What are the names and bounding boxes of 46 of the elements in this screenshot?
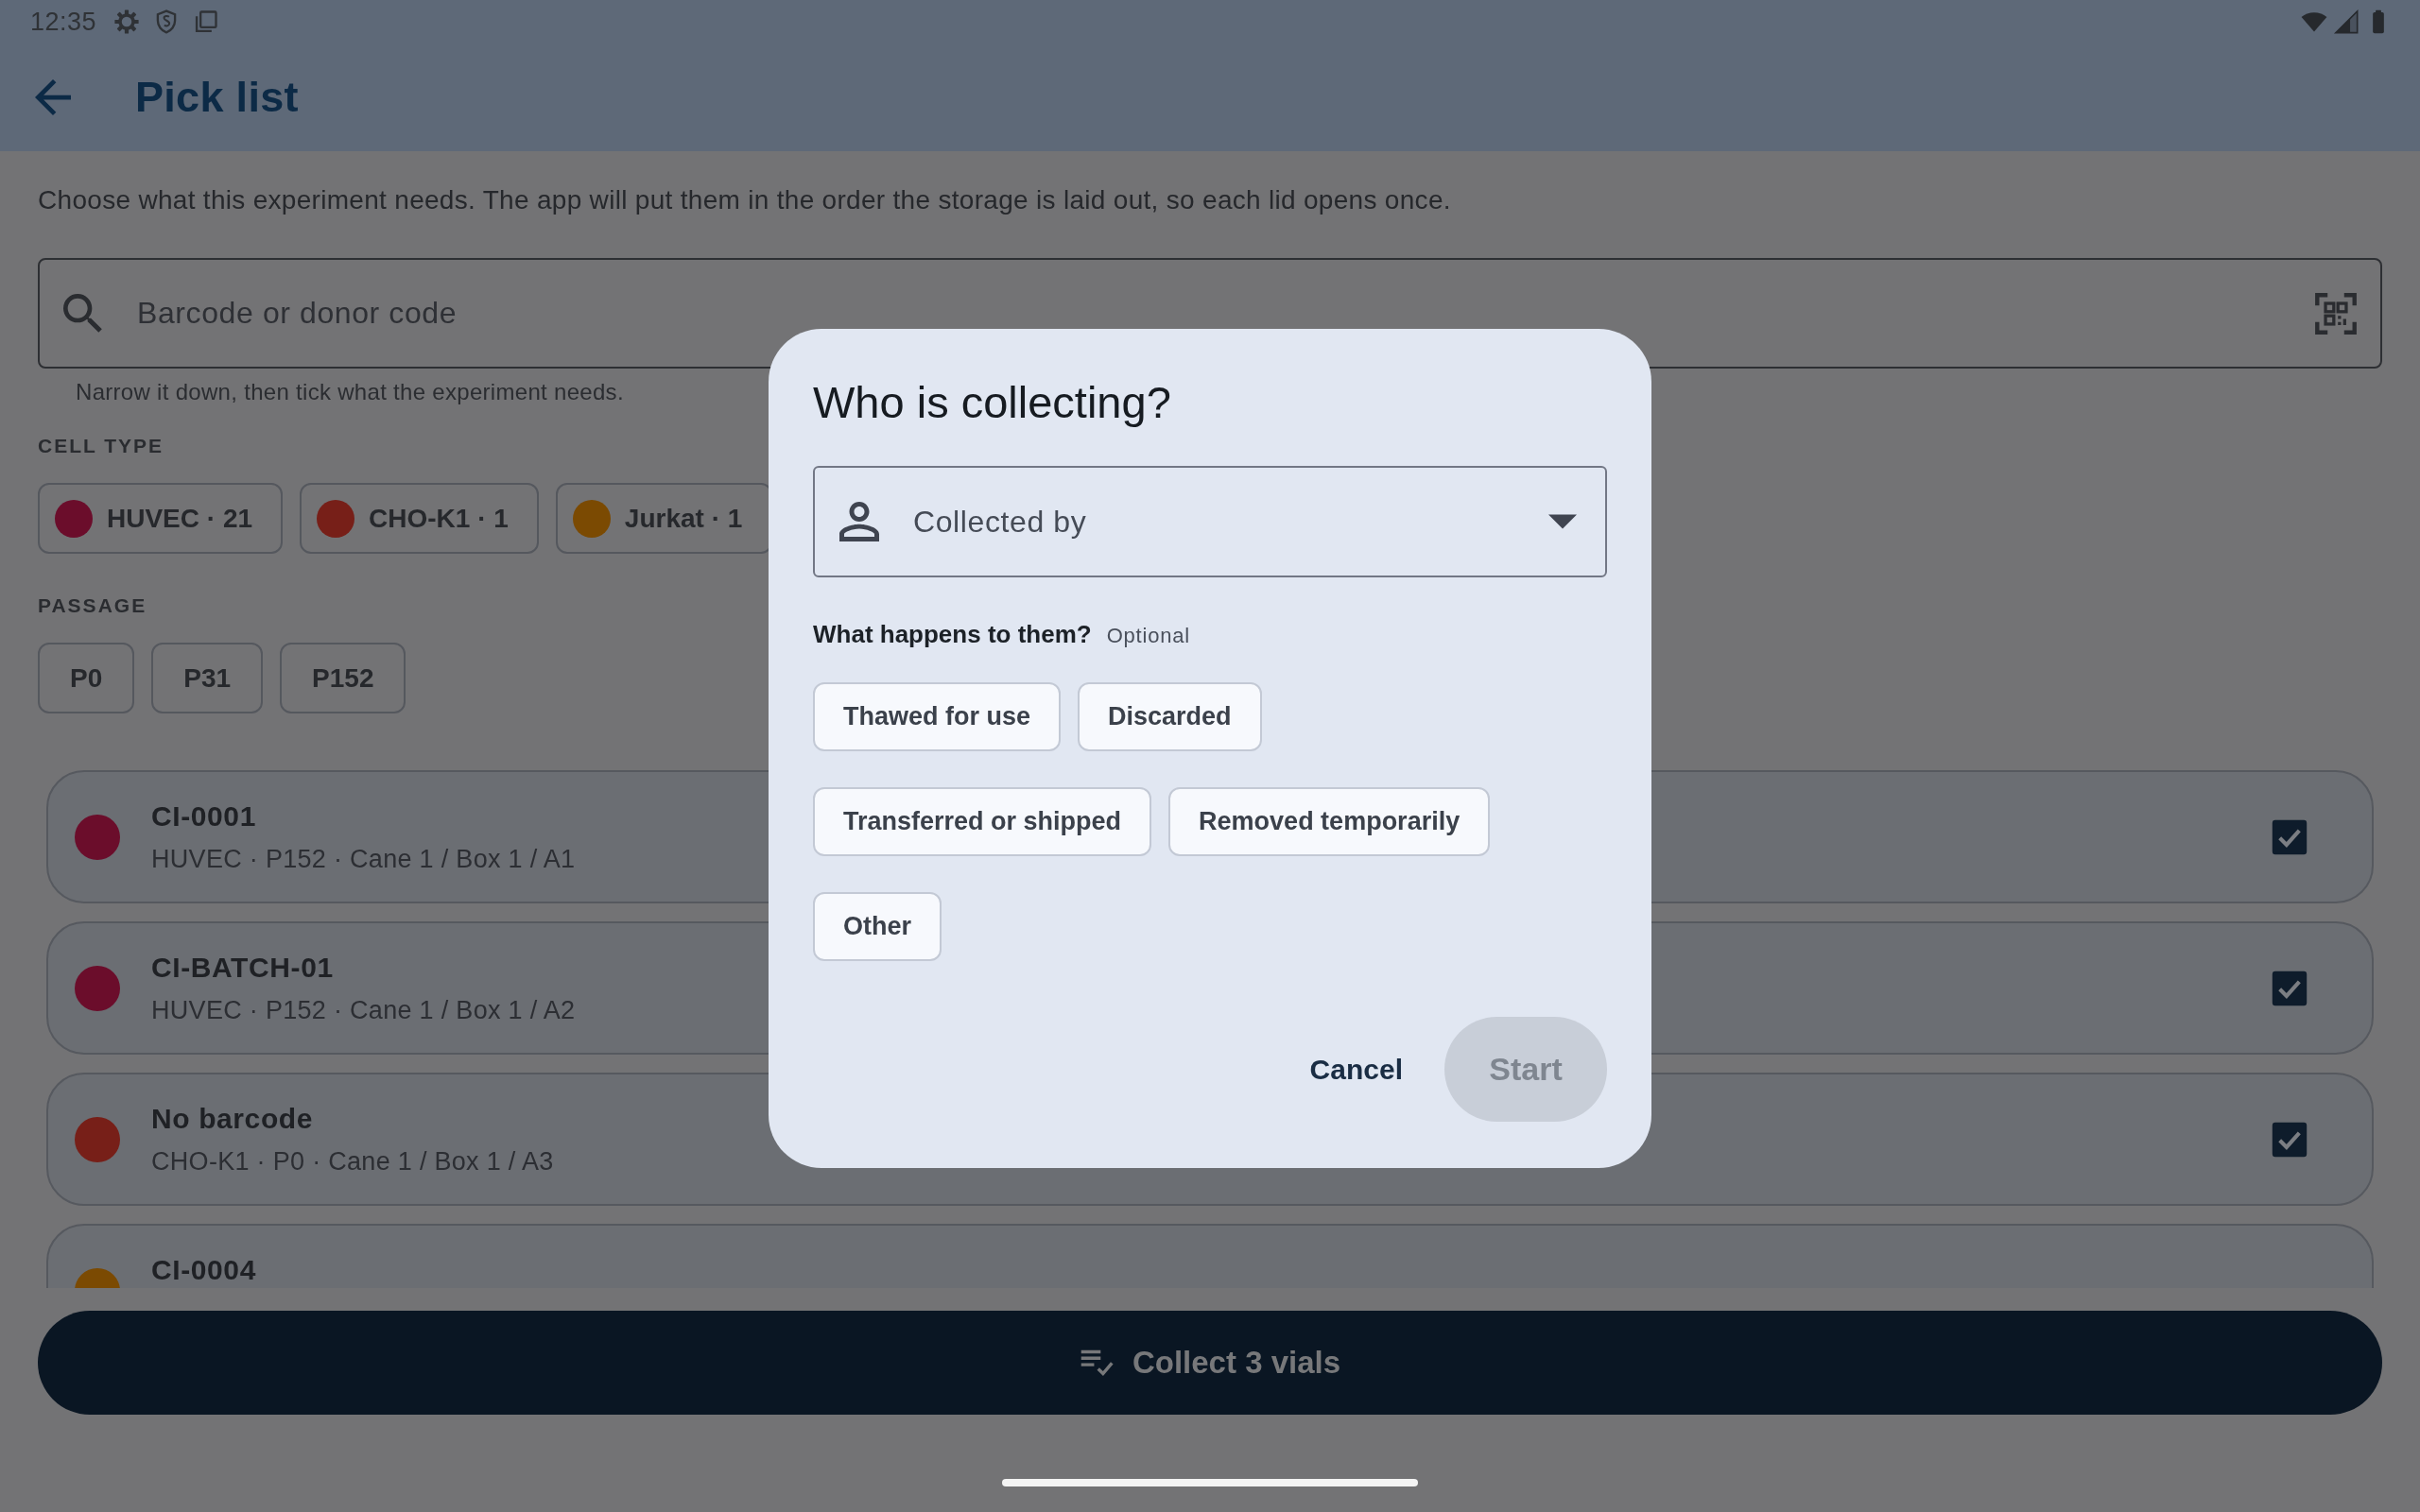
helper-text: Narrow it down, then tick what the experiment needs. [76, 378, 624, 406]
outcome-chip[interactable]: Transferred or shipped [813, 787, 1152, 856]
checkbox[interactable] [2272, 1121, 2308, 1158]
page-title: Pick list [135, 73, 299, 122]
collect-button[interactable]: Collect 3 vials [38, 1311, 2382, 1415]
filter-chip[interactable]: P0 [38, 643, 135, 713]
back-arrow-icon [35, 79, 71, 115]
optional-hint: Optional [1106, 623, 1190, 649]
checklist-icon [1079, 1349, 1114, 1377]
outcome-chip[interactable]: Removed temporarily [1168, 787, 1491, 856]
vial-title: CI-0004 [151, 1254, 256, 1286]
search-bar[interactable]: Barcode or donor code [38, 258, 2382, 369]
vial-row[interactable]: CI-0004 [46, 1224, 2374, 1288]
search-input[interactable]: Barcode or donor code [137, 296, 2314, 331]
qr-code-icon[interactable] [2314, 291, 2358, 335]
overlapping-squares-icon [193, 9, 220, 35]
vial-detail: HUVEC · P152 · Cane 1 / Box 1 / A2 [151, 995, 576, 1026]
vial-detail: HUVEC · P152 · Cane 1 / Box 1 / A1 [151, 844, 576, 875]
vial-title: No barcode [151, 1103, 314, 1135]
filter-chip[interactable]: HUVEC · 21 [38, 483, 284, 554]
caret-icon [1548, 513, 1577, 530]
back-button[interactable] [35, 79, 71, 115]
outcome-chip[interactable]: Other [813, 892, 942, 961]
filter-chip[interactable]: P152 [280, 643, 406, 713]
status-time: 12:35 [30, 7, 97, 37]
signal-icon [2333, 9, 2360, 35]
filter-chip[interactable]: P31 [151, 643, 264, 713]
outcome-chip[interactable]: Discarded [1078, 682, 1262, 751]
section-heading: CELL TYPE [38, 434, 164, 458]
dropdown-placeholder: Collected by [913, 504, 1087, 540]
filter-chip[interactable]: CHO-K1 · 1 [300, 483, 539, 554]
checkbox[interactable] [2272, 970, 2308, 1006]
collector-dropdown[interactable]: Collected by [813, 466, 1607, 577]
question-label: What happens to them? [813, 619, 1092, 650]
settings-icon [113, 9, 141, 35]
intro-text: Choose what this experiment needs. The app will put them in the order the storage is laid out, so each lid opens once. [38, 184, 1451, 216]
section-heading: PASSAGE [38, 593, 147, 618]
outcome-chip[interactable]: Thawed for use [813, 682, 1062, 751]
cancel-button[interactable]: Cancel [1288, 1017, 1424, 1122]
vial-title: CI-0001 [151, 800, 256, 833]
vial-detail: CHO-K1 · P0 · Cane 1 / Box 1 / A3 [151, 1146, 554, 1177]
dialog-title: Who is collecting? [813, 376, 1171, 429]
vial-title: CI-BATCH-01 [151, 952, 334, 984]
checkbox[interactable] [2272, 818, 2308, 855]
search-icon [63, 293, 103, 334]
person-icon [839, 502, 879, 541]
